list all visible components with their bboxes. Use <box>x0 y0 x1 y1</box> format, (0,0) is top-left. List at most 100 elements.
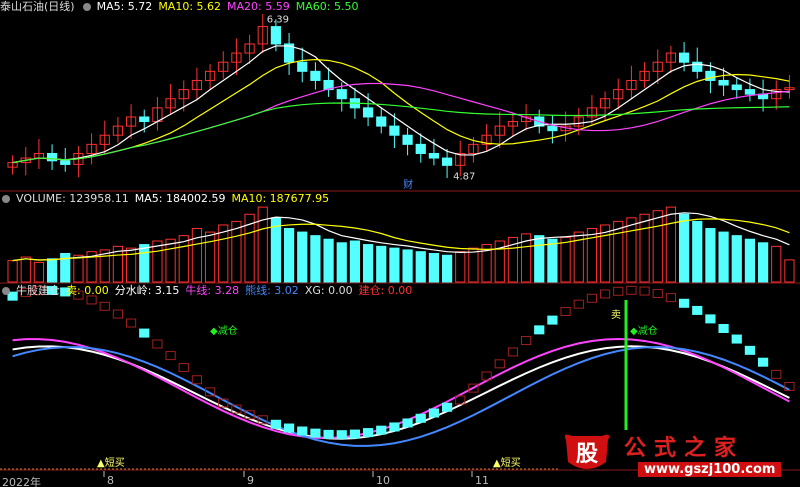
candle-body-20 <box>270 26 282 45</box>
indicator-bar-31 <box>415 413 426 423</box>
indicator-bar-32 <box>428 408 440 418</box>
volume-bar-40 <box>534 235 545 283</box>
volume-bar-25 <box>336 242 347 283</box>
ma20-line <box>12 82 790 164</box>
candle-body-22 <box>297 61 308 72</box>
volume-bar-52 <box>692 220 703 283</box>
indicator-bar-40 <box>534 325 545 335</box>
volume-bar-28 <box>376 245 387 283</box>
indicator-bar-38 <box>507 347 519 357</box>
candle-body-29 <box>389 125 400 136</box>
indicator-bar-43 <box>573 299 584 309</box>
indicator-bar-54 <box>718 323 729 333</box>
volume-bar-5 <box>73 254 84 283</box>
indicator-bar-27 <box>362 428 374 438</box>
low-marker: 4.87 <box>453 171 475 182</box>
chart-canvas: 6.394.87财▲短买 ▲短买◆减仓 ◆减仓卖 <box>0 13 800 477</box>
reduce-signal-1: ◆减仓 <box>210 324 238 337</box>
volume-bar-44 <box>586 228 598 283</box>
indicator-name: 牛股建仓 <box>16 284 60 297</box>
volume-bar-57 <box>757 242 769 283</box>
candle-body-54 <box>718 79 729 86</box>
bull-line <box>12 337 790 439</box>
buy-signal-1: ▲短买 <box>97 456 125 469</box>
buy-signal-2: ▲短买 <box>493 456 521 469</box>
price-panel-header: 泰山石油(日线) MA5: 5.72 MA10: 5.62 MA20: 5.59 MA6… <box>0 0 370 14</box>
volume-bar-0 <box>7 260 18 283</box>
volume-bar-3 <box>46 258 58 283</box>
indicator-bar-57 <box>757 357 769 367</box>
reduce-signal-2: ◆减仓 <box>630 324 658 337</box>
watershed-line <box>12 345 790 440</box>
ind-label-0: 卖: 0.00 <box>66 284 109 297</box>
ind-label-1: 分水岭: 3.15 <box>114 284 180 297</box>
volume-bar-50 <box>665 206 677 283</box>
indicator-bar-14 <box>191 375 203 385</box>
indicator-bar-46 <box>613 286 624 296</box>
volume-bar-27 <box>362 244 374 283</box>
settings-dot-icon[interactable] <box>2 195 10 203</box>
volume-bar-48 <box>639 213 650 283</box>
indicator-bar-41 <box>547 315 558 325</box>
candle-body-4 <box>60 160 71 165</box>
volume-bar-15 <box>204 231 216 283</box>
volume-bar-21 <box>283 228 295 283</box>
watermark-title: 公式之家 <box>624 436 745 461</box>
vol-ma5-line <box>12 212 790 262</box>
indicator-bar-29 <box>389 422 400 432</box>
indicator-bar-21 <box>283 423 295 433</box>
watermark-badge: 股 <box>562 432 612 474</box>
indicator-bar-11 <box>152 339 163 349</box>
candle-body-28 <box>376 116 387 127</box>
candle-body-3 <box>46 152 58 162</box>
candle-body-25 <box>336 89 347 100</box>
ma-label-1: MA10: 5.62 <box>158 0 222 13</box>
volume-bar-34 <box>455 251 466 283</box>
volume-bar-17 <box>231 220 242 283</box>
ma60-line <box>12 102 790 164</box>
indicator-bar-44 <box>586 293 598 303</box>
volume-bar-32 <box>428 252 440 283</box>
ma-label-0: MA5: 5.72 <box>96 0 153 13</box>
volume-bar-33 <box>441 254 453 283</box>
settings-dot-icon[interactable] <box>2 287 10 295</box>
candle-body-30 <box>402 134 413 145</box>
indicator-bar-53 <box>705 314 716 324</box>
volume-bar-11 <box>152 240 163 283</box>
volume-bar-19 <box>257 206 268 283</box>
vol-label-2: MA10: 187677.95 <box>231 192 330 205</box>
indicator-bar-30 <box>402 418 413 428</box>
ind-label-5: 建仓: 0.00 <box>358 284 413 297</box>
x-label-aug: 8 <box>107 474 114 487</box>
volume-bar-30 <box>402 249 413 283</box>
indicator-bar-33 <box>441 402 453 412</box>
volume-bar-10 <box>139 244 150 283</box>
volume-bar-56 <box>744 238 756 283</box>
indicator-bar-51 <box>678 298 690 308</box>
volume-bar-51 <box>678 213 690 283</box>
sell-label: 卖 <box>611 309 621 321</box>
stock-chart-window: 6.39 4.87 财 ▲短买 ▲短买 ◆减仓 ◆减仓卖 泰山石油(日线) MA5: 5.72… <box>0 0 800 487</box>
indicator-bar-12 <box>165 351 176 361</box>
ma5-line <box>12 45 790 164</box>
volume-bar-22 <box>297 231 308 283</box>
volume-bar-29 <box>389 247 400 283</box>
indicator-bar-56 <box>744 345 756 355</box>
vol-label-1: MA5: 184002.59 <box>134 192 226 205</box>
volume-bar-47 <box>626 217 637 283</box>
candle-body-32 <box>428 152 440 159</box>
vol-label-0: VOLUME: 123958.11 <box>16 192 129 205</box>
indicator-bar-20 <box>270 419 282 429</box>
indicator-bar-48 <box>639 286 650 296</box>
volume-bar-16 <box>218 224 229 283</box>
indicator-panel-header: 牛股建仓 卖: 0.00 分水岭: 3.15 牛线: 3.28 熊线: 3.02 XG: … <box>0 284 424 298</box>
indicator-bar-25 <box>336 430 347 440</box>
volume-bar-35 <box>468 247 479 283</box>
indicator-bar-39 <box>520 336 532 346</box>
volume-bar-53 <box>705 228 716 283</box>
event-marker: 财 <box>403 178 413 191</box>
indicator-bar-55 <box>731 334 742 344</box>
settings-dot-icon[interactable] <box>82 3 91 11</box>
indicator-bar-23 <box>310 428 321 438</box>
ma-label-3: MA60: 5.50 <box>295 0 359 13</box>
